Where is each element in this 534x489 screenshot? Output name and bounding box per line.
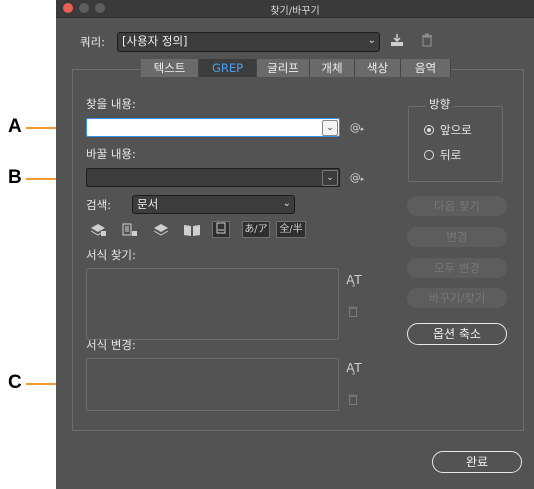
footnotes-icon[interactable] <box>212 221 230 238</box>
callout-a: A <box>8 116 22 137</box>
change-all-button[interactable]: 모두 변경 <box>407 258 507 278</box>
direction-group <box>408 106 503 182</box>
tab-transliterate[interactable]: 음역 <box>401 59 451 77</box>
callout-b: B <box>8 167 22 188</box>
done-button[interactable]: 완료 <box>432 451 522 473</box>
master-pages-icon[interactable] <box>182 223 202 237</box>
tab-color[interactable]: 색상 <box>355 59 401 77</box>
chevron-down-icon: ⌄ <box>282 198 291 209</box>
change-input[interactable] <box>86 168 340 187</box>
specify-find-format-icon[interactable]: A̧T <box>345 273 363 287</box>
tab-glyph[interactable]: 글리프 <box>257 59 310 77</box>
find-next-button[interactable]: 다음 찾기 <box>407 196 507 216</box>
special-characters-icon[interactable]: @▸ <box>348 171 366 185</box>
find-label: 찾을 내용: <box>86 97 136 111</box>
change-label: 바꿀 내용: <box>86 147 136 161</box>
fewer-options-button[interactable]: 옵션 축소 <box>407 323 507 345</box>
search-label: 검색: <box>86 198 112 212</box>
tab-grep[interactable]: GREP <box>199 59 257 77</box>
query-label: 쿼리: <box>80 35 106 49</box>
direction-forward-label: 앞으로 <box>440 123 472 137</box>
tab-text[interactable]: 텍스트 <box>141 59 199 77</box>
locked-layers-icon[interactable] <box>88 223 108 237</box>
change-format-label: 서식 변경: <box>86 338 136 352</box>
find-format-label: 서식 찾기: <box>86 248 136 262</box>
title-bar: 찾기/바꾸기 <box>56 0 534 18</box>
callout-c: C <box>8 372 22 393</box>
hidden-layers-icon[interactable] <box>152 223 170 237</box>
tab-object[interactable]: 개체 <box>310 59 355 77</box>
change-dropdown-button[interactable]: ⌄ <box>322 170 338 186</box>
query-select[interactable]: [사용자 정의] ⌄ <box>117 32 380 52</box>
direction-backward-label: 뒤로 <box>440 148 462 162</box>
specify-change-format-icon[interactable]: A̧T <box>345 361 363 375</box>
direction-backward-radio[interactable] <box>424 150 434 160</box>
change-find-button[interactable]: 바꾸기/찾기 <box>407 288 507 308</box>
find-dropdown-button[interactable]: ⌄ <box>322 120 338 136</box>
save-query-icon[interactable] <box>389 33 405 49</box>
chevron-down-icon: ⌄ <box>367 35 376 46</box>
search-value: 문서 <box>137 197 159 211</box>
find-input[interactable] <box>86 118 340 137</box>
kana-sensitive-icon[interactable]: あ/ア <box>242 221 270 238</box>
find-format-box[interactable] <box>86 268 339 340</box>
query-value: [사용자 정의] <box>122 34 188 48</box>
change-button[interactable]: 변경 <box>407 227 507 247</box>
delete-query-icon[interactable] <box>420 33 434 49</box>
change-format-box[interactable] <box>86 358 339 411</box>
locked-stories-icon[interactable] <box>121 223 139 237</box>
direction-label: 방향 <box>426 96 454 112</box>
delete-change-format-icon[interactable] <box>347 393 359 407</box>
search-select[interactable]: 문서 ⌄ <box>132 195 295 214</box>
window-title: 찾기/바꾸기 <box>270 6 320 17</box>
width-sensitive-icon[interactable]: 全/半 <box>276 221 306 238</box>
direction-forward-radio[interactable] <box>424 125 434 135</box>
special-characters-icon[interactable]: @▸ <box>348 121 366 135</box>
find-change-window: 찾기/바꾸기 쿼리: [사용자 정의] ⌄ 텍스트 GREP 글리프 개체 색상… <box>56 0 534 489</box>
delete-find-format-icon[interactable] <box>347 305 359 319</box>
